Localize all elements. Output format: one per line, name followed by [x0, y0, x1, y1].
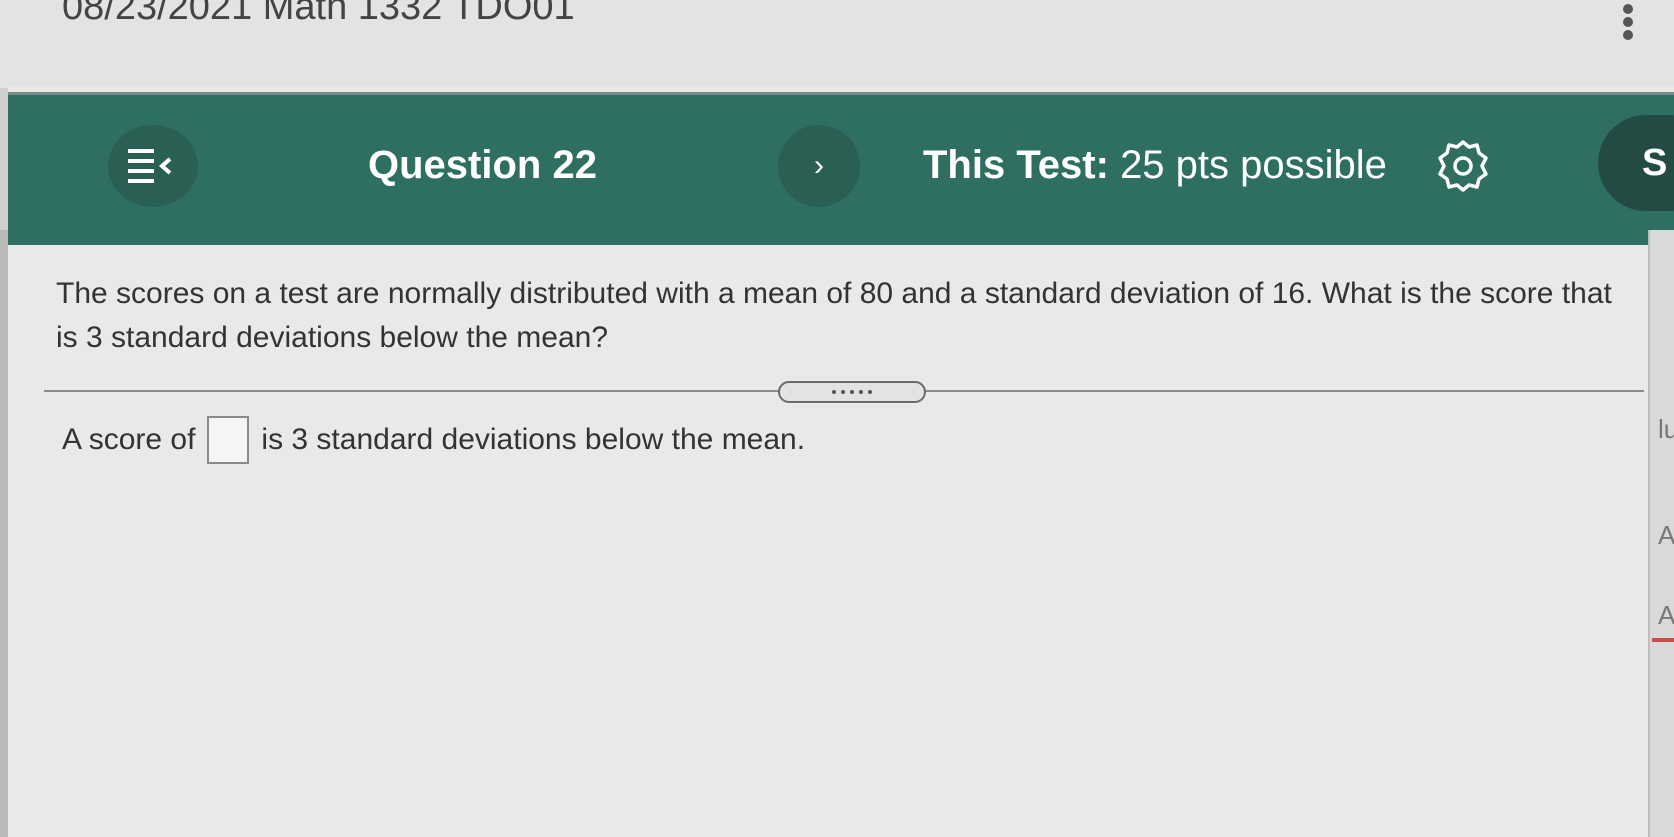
- answer-prefix: A score of: [62, 423, 196, 456]
- panel-glyph: A: [1658, 520, 1674, 550]
- test-prefix: This Test:: [923, 143, 1109, 187]
- resize-handle[interactable]: [778, 381, 926, 403]
- kebab-menu-icon[interactable]: [1621, 4, 1635, 40]
- answer-input[interactable]: [207, 416, 250, 464]
- panel-glyph: lu: [1658, 414, 1674, 444]
- red-indicator: [1652, 638, 1674, 642]
- chevron-right-icon: ›: [814, 149, 824, 182]
- question-list-button[interactable]: [108, 125, 198, 207]
- right-side-panel: lu A A: [1648, 230, 1674, 837]
- question-title: Question 22: [368, 143, 597, 187]
- save-button-label: S: [1642, 141, 1668, 184]
- answer-suffix: is 3 standard deviations below the mean.: [261, 423, 806, 456]
- question-text: The scores on a test are normally distri…: [56, 277, 1612, 354]
- panel-glyph: A: [1658, 600, 1674, 630]
- save-button[interactable]: S: [1598, 115, 1674, 211]
- gear-icon[interactable]: [1436, 139, 1490, 193]
- menu-collapse-icon: [128, 149, 172, 183]
- browser-top-strip: 08/23/2021 Math 1332 TDO01: [0, 0, 1674, 88]
- answer-row: A score of is 3 standard deviations belo…: [62, 416, 805, 464]
- app-window: Question 22 › This Test: 25 pts possible…: [8, 86, 1674, 837]
- test-points: This Test: 25 pts possible: [923, 143, 1387, 188]
- next-question-button[interactable]: ›: [778, 125, 860, 207]
- window-title: 08/23/2021 Math 1332 TDO01: [62, 0, 575, 28]
- test-points-value: 25 pts possible: [1120, 143, 1387, 187]
- question-toolbar: Question 22 › This Test: 25 pts possible…: [8, 92, 1674, 245]
